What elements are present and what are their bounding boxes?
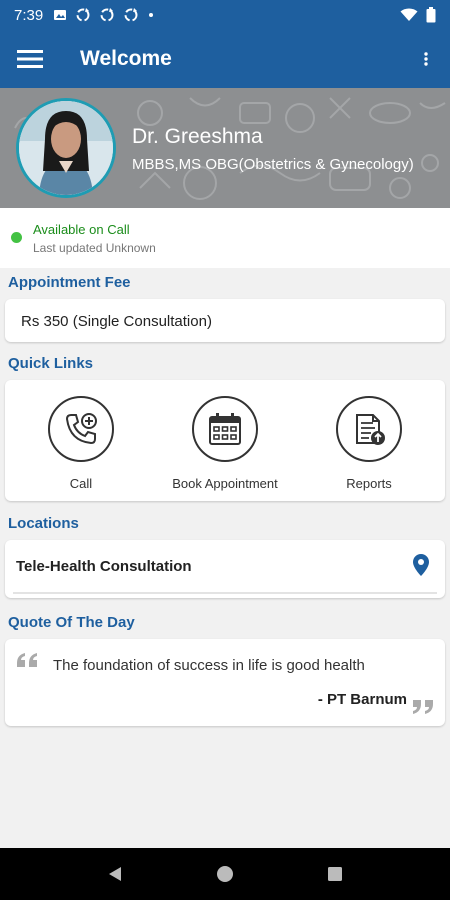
availability-last-updated: Last updated Unknown bbox=[33, 241, 156, 255]
hamburger-menu-icon[interactable] bbox=[0, 30, 60, 88]
availability-status-dot bbox=[11, 232, 22, 243]
recents-icon[interactable] bbox=[315, 854, 355, 894]
open-quote-icon bbox=[15, 649, 41, 676]
status-icons-right bbox=[400, 7, 436, 23]
phone-plus-icon bbox=[48, 396, 114, 462]
status-bar: 7:39 bbox=[0, 0, 450, 30]
quick-link-call[interactable]: Call bbox=[8, 380, 154, 500]
quote-heading: Quote Of The Day bbox=[8, 614, 135, 631]
more-vertical-icon[interactable] bbox=[416, 47, 436, 71]
battery-icon bbox=[426, 7, 436, 23]
doctor-qualification: MBBS,MS OBG(Obstetrics & Gynecology) bbox=[132, 156, 414, 173]
doctor-avatar bbox=[16, 98, 116, 198]
home-icon[interactable] bbox=[205, 854, 245, 894]
sync-icon bbox=[100, 8, 114, 22]
quote-text: The foundation of success in life is goo… bbox=[53, 657, 365, 674]
system-nav-bar bbox=[0, 848, 450, 900]
location-pin-icon[interactable] bbox=[413, 554, 429, 581]
quote-author: - PT Barnum bbox=[317, 691, 407, 708]
report-upload-icon bbox=[336, 396, 402, 462]
quick-link-call-label: Call bbox=[69, 476, 93, 491]
location-name: Tele-Health Consultation bbox=[16, 558, 192, 575]
page-title: Welcome bbox=[80, 47, 172, 70]
quick-links-heading: Quick Links bbox=[8, 355, 94, 372]
status-time: 7:39 bbox=[14, 6, 44, 24]
wifi-icon bbox=[400, 8, 418, 21]
appointment-fee-text: Rs 350 (Single Consultation) bbox=[21, 313, 212, 330]
sync-icon bbox=[76, 8, 90, 22]
appointment-fee-card: Rs 350 (Single Consultation) bbox=[5, 299, 445, 342]
availability-panel: Available on Call Last updated Unknown bbox=[0, 208, 450, 268]
sync-icon bbox=[124, 8, 138, 22]
location-card-tele-health[interactable]: Tele-Health Consultation bbox=[5, 540, 445, 598]
profile-banner: Dr. Greeshma MBBS,MS OBG(Obstetrics & Gy… bbox=[0, 88, 450, 208]
availability-status: Available on Call bbox=[33, 222, 130, 237]
quick-link-reports[interactable]: Reports bbox=[296, 380, 442, 500]
quote-card: The foundation of success in life is goo… bbox=[5, 639, 445, 726]
back-icon[interactable] bbox=[95, 854, 135, 894]
status-icons-left bbox=[53, 7, 155, 23]
locations-heading: Locations bbox=[8, 515, 79, 532]
dot-icon bbox=[149, 13, 154, 17]
quick-link-book-appointment[interactable]: Book Appointment bbox=[152, 380, 298, 500]
doctor-name: Dr. Greeshma bbox=[132, 125, 263, 148]
close-quote-icon bbox=[411, 694, 437, 721]
image-icon bbox=[54, 10, 67, 20]
appointment-fee-heading: Appointment Fee bbox=[8, 274, 131, 291]
quick-links-card: Call Book Appointment Reports bbox=[5, 380, 445, 501]
calendar-icon bbox=[192, 396, 258, 462]
quick-link-reports-label: Reports bbox=[346, 476, 392, 491]
app-bar: Welcome bbox=[0, 30, 450, 88]
location-divider bbox=[13, 592, 437, 594]
quick-link-book-appointment-label: Book Appointment bbox=[172, 476, 278, 491]
